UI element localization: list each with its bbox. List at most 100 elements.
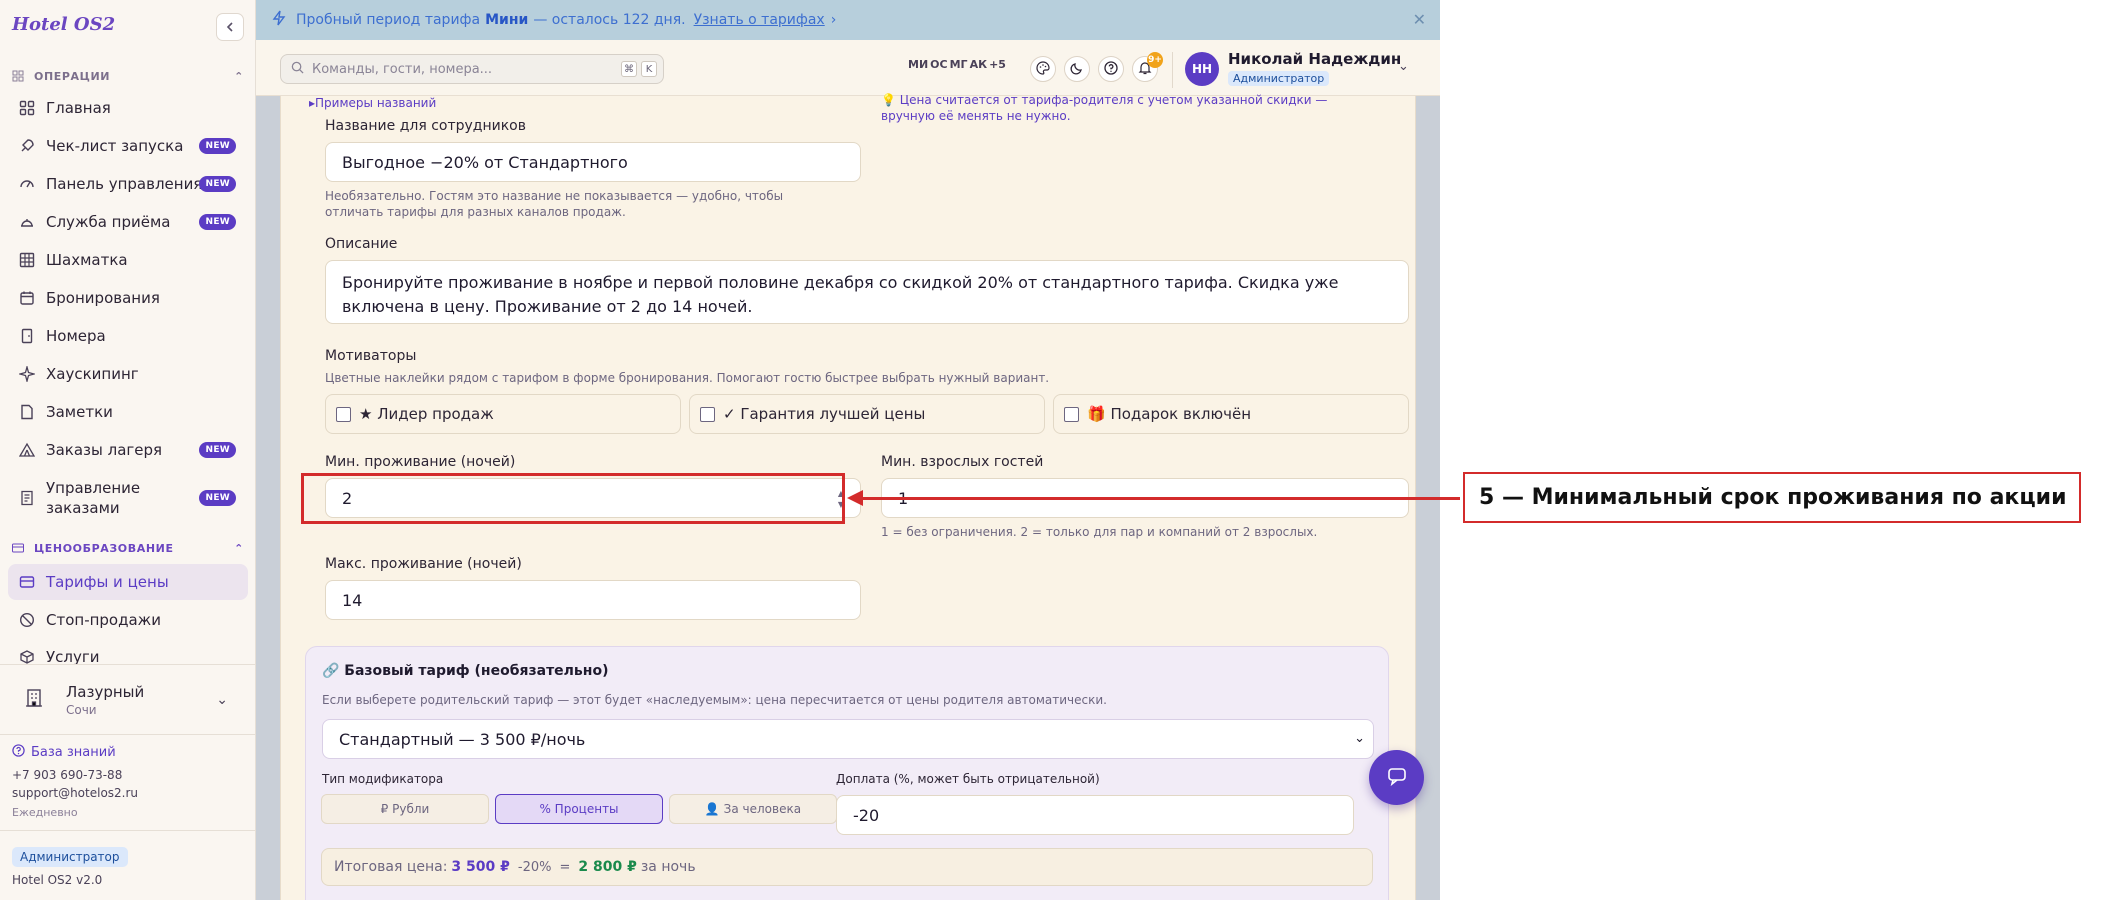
chevron-right-icon: › <box>830 12 837 28</box>
motivator-checkbox[interactable] <box>1064 406 1079 422</box>
collapse-sidebar-button[interactable] <box>216 13 244 41</box>
brand-logo[interactable]: Hotel OS2 <box>12 14 115 35</box>
motivator-gift[interactable]: 🎁 Подарок включён <box>1053 394 1409 434</box>
sidebar-item-label: Хаускипинг <box>46 365 139 383</box>
online-users[interactable]: МИ ОС МГ АК +5 <box>908 58 1008 71</box>
motivators-help: Цветные наклейки рядом с тарифом в форме… <box>325 371 1050 385</box>
user-avatar[interactable]: НН <box>1185 52 1219 86</box>
surcharge-label: Доплата (%, может быть отрицательной) <box>836 772 1100 786</box>
motivators-label: Мотиваторы <box>325 348 417 364</box>
max-stay-label: Макс. проживание (ночей) <box>325 556 522 572</box>
total-result: 2 800 ₽ <box>578 859 637 875</box>
modifier-rubles[interactable]: ₽ Рубли <box>321 794 489 824</box>
avatar-more[interactable]: +5 <box>989 58 1006 71</box>
sidebar-item-rates[interactable]: Тарифы и цены <box>8 564 248 600</box>
chevron-down-icon[interactable]: ⌄ <box>1398 59 1409 74</box>
search-input[interactable]: Команды, гости, номера... ⌘ K <box>280 54 664 84</box>
rocket-icon <box>18 137 36 155</box>
min-stay-label: Мин. проживание (ночей) <box>325 454 516 470</box>
dark-mode-button[interactable] <box>1064 56 1090 82</box>
table-grid-icon <box>18 251 36 269</box>
sidebar-item-label: Чек-лист запуска <box>46 137 184 155</box>
examples-link[interactable]: ▸Примеры названий <box>309 96 436 110</box>
section-pricing[interactable]: ЦЕНООБРАЗОВАНИЕ ⌃ <box>12 540 244 556</box>
sidebar-item-dashboard[interactable]: Панель управления NEW <box>8 166 248 202</box>
hotel-switcher[interactable]: Лазурный Сочи ⌄ <box>10 676 246 724</box>
plans-link[interactable]: Узнать о тарифах <box>694 12 825 28</box>
topbar: Команды, гости, номера... ⌘ K МИ ОС МГ А… <box>256 40 1440 96</box>
sidebar-item-label: Номера <box>46 327 106 345</box>
palette-icon <box>1036 60 1050 79</box>
sidebar-item-label: Панель управления <box>46 175 203 193</box>
sidebar-item-label: Управление заказами <box>46 479 141 517</box>
help-button[interactable] <box>1098 56 1124 82</box>
support-email[interactable]: support@hotelos2.ru <box>12 786 138 800</box>
sidebar-item-services[interactable]: Услуги <box>8 640 248 674</box>
motivator-checkbox[interactable] <box>336 406 351 422</box>
staff-name-input[interactable]: Выгодное −20% от Стандартного <box>325 142 861 182</box>
avatar[interactable]: МГ <box>950 58 968 71</box>
sidebar-item-launch-checklist[interactable]: Чек-лист запуска NEW <box>8 128 248 164</box>
sidebar-item-notes[interactable]: Заметки <box>8 394 248 430</box>
sparkle-icon <box>18 365 36 383</box>
modifier-per-person[interactable]: 👤 За человека <box>669 794 837 824</box>
grid-small-icon <box>12 70 26 82</box>
support-phone[interactable]: +7 903 690-73-88 <box>12 768 122 782</box>
max-stay-input[interactable]: 14 <box>325 580 861 620</box>
avatar[interactable]: МИ <box>908 58 928 71</box>
user-name[interactable]: Николай Надеждин <box>1228 50 1401 68</box>
sidebar: Hotel OS2 ОПЕРАЦИИ ⌃ Главная Чек-лист за… <box>0 0 256 900</box>
trial-banner: Пробный период тарифа Мини — осталось 12… <box>256 0 1440 40</box>
motivator-bestseller[interactable]: ★ Лидер продаж <box>325 394 681 434</box>
avatar[interactable]: АК <box>970 58 988 71</box>
modifier-type-label: Тип модификатора <box>322 772 444 786</box>
price-note: 💡 Цена считается от тарифа-родителя с уч… <box>881 93 1328 123</box>
motivator-best-price[interactable]: ✓ Гарантия лучшей цены <box>689 394 1045 434</box>
new-badge: NEW <box>199 176 236 192</box>
sidebar-item-front-desk[interactable]: Служба приёма NEW <box>8 204 248 240</box>
chevron-up-icon: ⌃ <box>234 541 244 555</box>
description-label: Описание <box>325 236 398 252</box>
app-version: Hotel OS2 v2.0 <box>12 873 103 887</box>
grid-icon <box>18 99 36 117</box>
building-icon <box>24 688 52 712</box>
sidebar-item-housekeeping[interactable]: Хаускипинг <box>8 356 248 392</box>
sidebar-divider <box>0 830 256 831</box>
base-rate-help: Если выберете родительский тариф — этот … <box>322 693 1107 707</box>
tent-icon <box>18 441 36 459</box>
sidebar-item-label: Заметки <box>46 403 113 421</box>
sidebar-item-chessboard[interactable]: Шахматка <box>8 242 248 278</box>
parent-rate-select[interactable]: Стандартный — 3 500 ₽/ночь ⌄ <box>322 719 1374 759</box>
user-role-badge: Администратор <box>1228 71 1330 86</box>
sidebar-item-stop-sales[interactable]: Стоп-продажи <box>8 602 248 638</box>
sidebar-item-camp-orders[interactable]: Заказы лагеря NEW <box>8 432 248 468</box>
sidebar-item-label: Служба приёма <box>46 213 171 231</box>
plan-name: Мини <box>485 12 529 28</box>
hotel-city: Сочи <box>66 703 97 717</box>
close-icon[interactable]: ✕ <box>1413 10 1426 29</box>
door-icon <box>18 327 36 345</box>
sidebar-item-home[interactable]: Главная <box>8 90 248 126</box>
moon-icon <box>1070 60 1084 79</box>
surcharge-input[interactable]: -20 <box>836 795 1354 835</box>
notifications-button[interactable]: 9+ <box>1132 52 1163 82</box>
sidebar-item-order-management[interactable]: Управление заказами NEW <box>8 472 248 524</box>
knowledge-base-link[interactable]: База знаний <box>12 744 116 761</box>
new-badge: NEW <box>199 490 236 506</box>
lightning-icon <box>272 10 286 30</box>
ban-icon <box>18 611 36 629</box>
sidebar-item-bookings[interactable]: Бронирования <box>8 280 248 316</box>
sidebar-item-rooms[interactable]: Номера <box>8 318 248 354</box>
modifier-percent[interactable]: % Проценты <box>495 794 663 824</box>
avatar[interactable]: ОС <box>930 58 947 71</box>
help-circle-icon <box>1104 60 1118 79</box>
motivator-checkbox[interactable] <box>700 406 715 422</box>
chat-button[interactable] <box>1369 750 1424 805</box>
role-badge: Администратор <box>12 847 128 867</box>
description-textarea[interactable]: Бронируйте проживание в ноябре и первой … <box>325 260 1409 324</box>
section-operations[interactable]: ОПЕРАЦИИ ⌃ <box>12 68 244 84</box>
sidebar-item-label: Шахматка <box>46 251 128 269</box>
bell-desk-icon <box>18 213 36 231</box>
theme-palette-button[interactable] <box>1030 56 1056 82</box>
new-badge: NEW <box>199 442 236 458</box>
